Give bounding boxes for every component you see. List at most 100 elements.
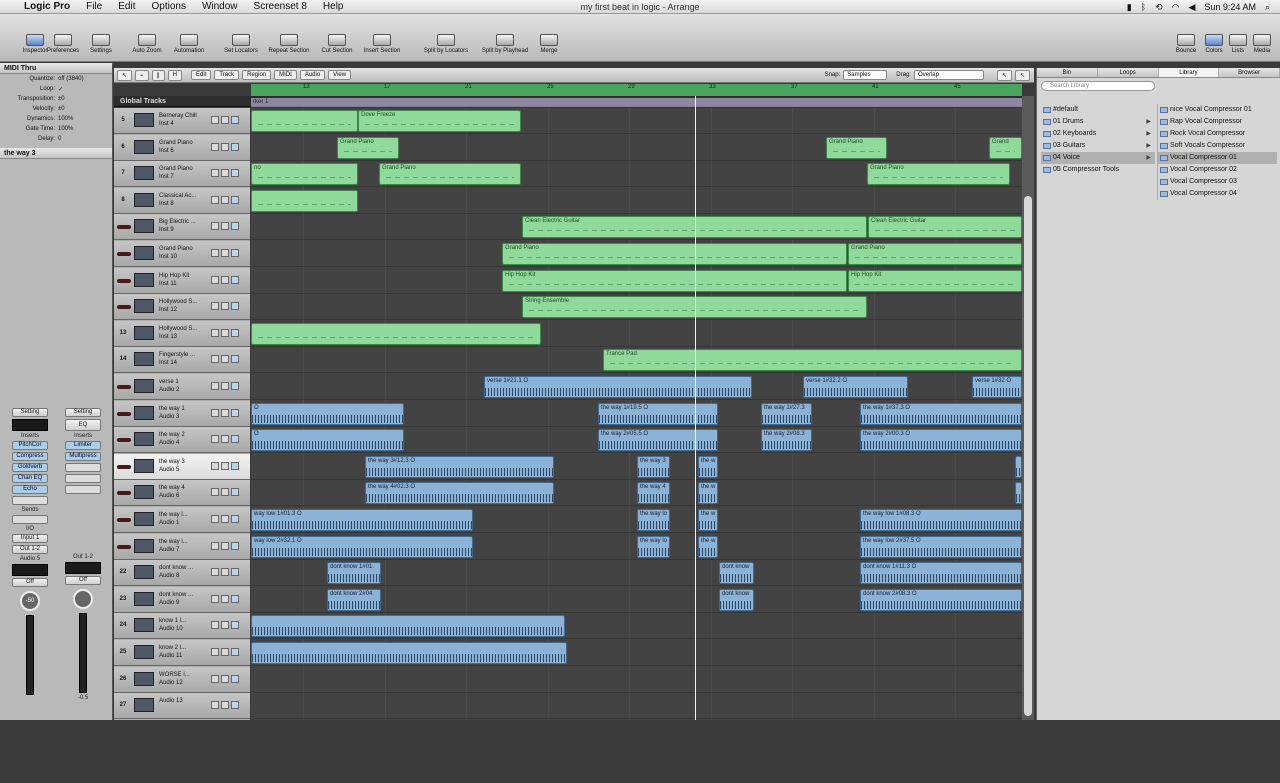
track-rec-button[interactable] (231, 275, 239, 284)
audio-region[interactable]: way low 2#32.1 O (251, 535, 473, 558)
audio-region[interactable]: the w (698, 482, 718, 505)
track-mute-button[interactable] (211, 116, 219, 124)
arrange-area[interactable]: Dove Freeze Grand Piano Grand Piano Grand no… (251, 108, 1022, 720)
split-locators-button[interactable]: Split by Locators (416, 34, 476, 54)
track-rec-button[interactable] (231, 382, 239, 390)
menu-app[interactable]: Logic Pro (16, 1, 78, 12)
midi-region[interactable]: Dove Freeze (358, 110, 521, 132)
audio-region[interactable]: verse 1#21.1 O (484, 376, 752, 398)
param-value[interactable]: 100% (58, 126, 108, 132)
strip1-input-button[interactable]: Input 1 (12, 534, 48, 543)
param-row[interactable]: Loop: ✓ (0, 84, 112, 94)
strip1-off-button[interactable]: Off (12, 578, 48, 587)
param-row[interactable]: Delay: 0 (0, 134, 112, 144)
arrange-menu-midi[interactable]: MIDI (274, 70, 297, 80)
library-preset[interactable]: Vocal Compressor 01 (1158, 152, 1277, 164)
audio-region[interactable]: dont know (719, 562, 754, 585)
insert-section-button[interactable]: Insert Section (352, 34, 412, 54)
track-solo-button[interactable] (221, 116, 229, 124)
midi-region[interactable]: Grand Piano (867, 163, 1010, 186)
menu-item[interactable]: Options (143, 1, 193, 12)
library-preset[interactable]: Vocal Compressor 04 (1158, 188, 1277, 200)
strip2-off-button[interactable]: Off (65, 576, 101, 585)
midi-region[interactable]: Grand Piano (379, 163, 521, 186)
track-solo-button[interactable] (221, 435, 229, 444)
track-header[interactable]: Big Electric ... Inst 9 (114, 214, 250, 241)
arrange-menu-audio[interactable]: Audio (299, 70, 326, 80)
track-solo-button[interactable] (221, 169, 229, 178)
param-row[interactable]: Transposition: ±0 (0, 94, 112, 104)
menu-item[interactable]: File (78, 1, 110, 12)
track-solo-button[interactable] (221, 355, 229, 364)
midi-region[interactable]: Clean Electric Guitar (868, 216, 1022, 239)
track-rec-button[interactable] (231, 621, 239, 630)
track-header[interactable]: Grand Piano Inst 10 (114, 241, 250, 267)
library-preset[interactable]: Soft Vocals Compressor (1158, 140, 1277, 152)
track-rec-button[interactable] (231, 515, 239, 523)
track-solo-button[interactable] (221, 249, 229, 257)
track-rec-button[interactable] (231, 435, 239, 444)
track-header[interactable]: the way 1 Audio 3 (114, 400, 250, 427)
bluetooth-icon[interactable]: ᛒ (1141, 2, 1146, 12)
track-header[interactable]: verse 1 Audio 2 (114, 374, 250, 400)
audio-region[interactable]: dont know 1#01. (327, 562, 381, 585)
audio-region[interactable]: the way 2#00.3 O (860, 429, 1022, 452)
track-mute-button[interactable] (211, 541, 219, 550)
strip2-pan-knob[interactable] (73, 589, 93, 609)
library-folder[interactable]: #default (1041, 104, 1155, 116)
library-preset[interactable]: Vocal Compressor 03 (1158, 176, 1277, 188)
track-mute-button[interactable] (211, 249, 219, 257)
track-lane[interactable] (251, 188, 1022, 214)
track-mute-button[interactable] (211, 328, 219, 337)
track-header[interactable]: 25 know 2 l... Audio 11 (114, 640, 250, 666)
track-header[interactable]: the way l... Audio 1 (114, 507, 250, 533)
track-solo-button[interactable] (221, 674, 229, 683)
track-solo-button[interactable] (221, 382, 229, 390)
track-solo-button[interactable] (221, 461, 229, 470)
track-rec-button[interactable] (231, 648, 239, 656)
library-folder[interactable]: 05 Compressor Tools (1041, 164, 1155, 176)
audio-region[interactable]: the way low 1#08.3 O (860, 509, 1022, 531)
midi-region[interactable]: Hip Hop Kit (848, 269, 1022, 292)
track-mute-button[interactable] (211, 488, 219, 497)
midi-region[interactable] (251, 110, 358, 132)
library-preset[interactable]: Rap Vocal Compressor (1158, 116, 1277, 128)
track-rec-button[interactable] (231, 701, 239, 710)
param-value[interactable]: off (3840) (58, 76, 108, 82)
strip1-setting-button[interactable]: Setting (12, 408, 48, 417)
arrange-menu-edit[interactable]: Edit (191, 70, 212, 80)
arrange-menu-region[interactable]: Region (242, 70, 272, 80)
audio-region[interactable]: the way lo (637, 509, 670, 531)
audio-region[interactable]: verse 1#32.2 O (803, 376, 908, 398)
track-header[interactable]: 6 Grand Piano Inst 6 (114, 134, 250, 161)
track-solo-button[interactable] (221, 488, 229, 497)
audio-region[interactable]: the way low 2#37.5 O (860, 535, 1022, 558)
strip2-setting-button[interactable]: Setting (65, 408, 101, 417)
insert-slot[interactable]: Echo (12, 485, 48, 494)
audio-region[interactable]: the way 4#02.3 O (365, 482, 554, 505)
track-header[interactable]: Hollywood S... Inst 12 (114, 294, 250, 321)
track-rec-button[interactable] (231, 169, 239, 178)
menu-clock[interactable]: Sun 9:24 AM (1204, 2, 1256, 12)
audio-region[interactable]: the w (698, 535, 718, 558)
track-solo-button[interactable] (221, 541, 229, 550)
track-rec-button[interactable] (231, 461, 239, 470)
track-rec-button[interactable] (231, 249, 239, 257)
track-mute-button[interactable] (211, 435, 219, 444)
insert-slot[interactable]: PitchCor (12, 441, 48, 450)
library-folder[interactable]: 01 Drums ▶ (1041, 116, 1155, 128)
library-preset[interactable]: Vocal Compressor 02 (1158, 164, 1277, 176)
track-rec-button[interactable] (231, 408, 239, 417)
strip1-output-button[interactable]: Out 1-2 (12, 545, 48, 554)
track-lane[interactable] (251, 667, 1022, 693)
media-button[interactable]: Media (1232, 34, 1280, 54)
param-value[interactable]: 0 (58, 136, 108, 142)
track-solo-button[interactable] (221, 648, 229, 656)
track-mute-button[interactable] (211, 302, 219, 311)
audio-region[interactable]: dont know 1#11.3 O (860, 562, 1022, 585)
track-mute-button[interactable] (211, 275, 219, 284)
track-header[interactable]: 5 Berneray Chill Inst 4 (114, 108, 250, 134)
audio-region[interactable] (1015, 482, 1022, 505)
midi-region[interactable]: Grand Piano (337, 136, 399, 159)
strip2-insert-slot[interactable] (65, 463, 101, 472)
